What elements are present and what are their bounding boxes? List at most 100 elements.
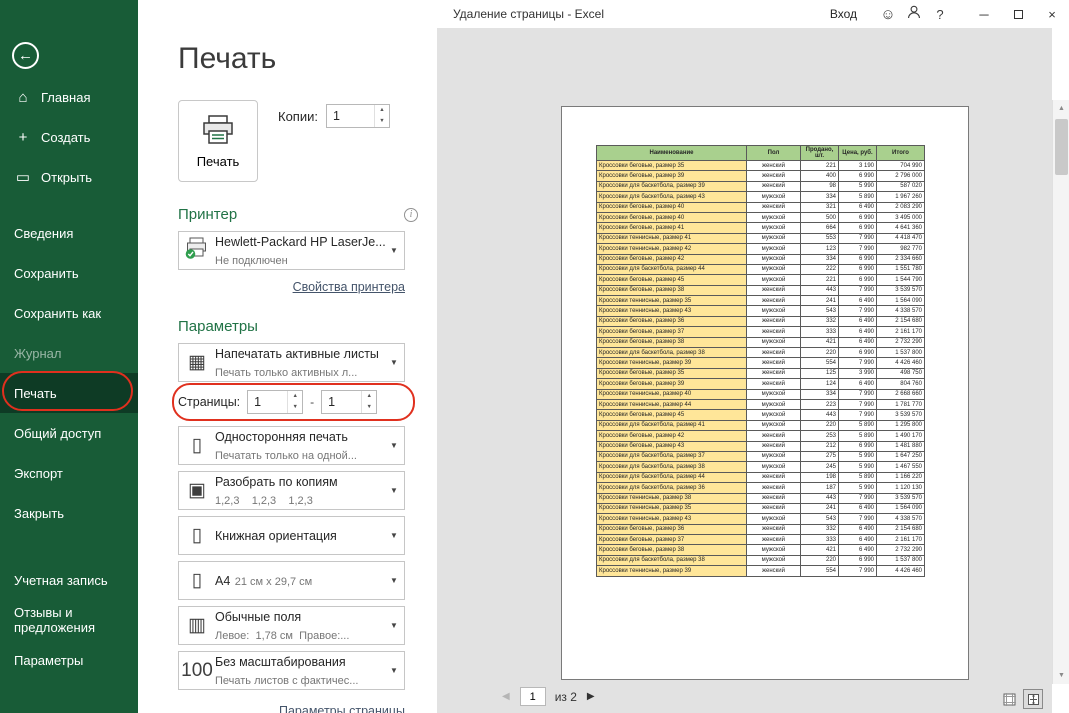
cell-total: 3 495 000 [877,212,925,222]
page-number-input[interactable] [520,687,546,706]
setting-dropdown[interactable]: ▥ Обычные поля Левое: 1,78 см Правое:...… [178,606,405,645]
show-margins-button[interactable] [999,689,1019,709]
printer-icon [199,114,237,149]
copies-stepper[interactable]: 1 ▲ ▼ [326,104,390,128]
cell-gender: мужской [747,337,801,347]
cell-total: 982 770 [877,244,925,254]
cell-price: 6 990 [839,223,877,233]
setting-dropdown[interactable]: ▣ Разобрать по копиям 1,2,3 1,2,3 1,2,3 … [178,471,405,510]
cell-name: Кроссовки для баскетбола, размер 37 [597,451,747,461]
page-from-stepper[interactable]: 1 ▲ ▼ [247,390,303,414]
cell-price: 6 990 [839,264,877,274]
cell-price: 6 990 [839,555,877,565]
setting-dropdown[interactable]: 100 Без масштабирования Печать листов с … [178,651,405,690]
cell-gender: мужской [747,514,801,524]
back-button[interactable]: ← [12,42,39,69]
next-page-icon[interactable]: ▶ [587,691,595,702]
cell-qty: 543 [801,306,839,316]
sidebar-item[interactable]: Экспорт [0,453,138,493]
page-setup-link[interactable]: Параметры страницы [178,704,405,713]
setting-dropdown[interactable]: ▯ Книжная ориентация ▼ [178,516,405,555]
printer-dropdown[interactable]: Hewlett-Packard HP LaserJe... Не подключ… [178,231,405,270]
zoom-to-page-button[interactable] [1023,689,1043,709]
scroll-up-icon[interactable]: ▲ [1053,100,1069,117]
cell-gender: мужской [747,192,801,202]
dropdown-caret-icon: ▼ [384,441,404,450]
print-button[interactable]: Печать [178,100,258,182]
previous-page-icon[interactable]: ◀ [502,691,510,702]
sidebar-item[interactable]: Отзывы и предложения [0,600,138,640]
preview-scrollbar[interactable]: ▲ ▼ [1052,100,1069,684]
table-row: Кроссовки беговые, размер 45 мужской 221… [597,275,925,285]
cell-qty: 98 [801,181,839,191]
info-icon[interactable]: i [404,208,418,222]
account-person-icon[interactable] [901,5,927,23]
setting-text: Напечатать активные листы Печать только … [215,345,384,381]
maximize-button[interactable] [1001,0,1035,28]
titlebar: Удаление страницы - Excel Вход ☺ ? ─ × [138,0,1069,28]
sidebar-item[interactable]: Сохранить как [0,293,138,333]
cell-name: Кроссовки беговые, размер 45 [597,275,747,285]
close-button[interactable]: × [1035,0,1069,28]
setting-dropdown[interactable]: ▦ Напечатать активные листы Печать тольк… [178,343,405,382]
table-row: Кроссовки беговые, размер 35 женский 221… [597,161,925,171]
sidebar-item[interactable]: ⌂ Главная [0,77,138,117]
cell-gender: мужской [747,451,801,461]
sidebar-item[interactable]: Учетная запись [0,560,138,600]
sidebar-item[interactable]: Печать [0,373,138,413]
sidebar-item[interactable]: Параметры [0,640,138,680]
cell-qty: 220 [801,555,839,565]
scroll-down-icon[interactable]: ▼ [1053,667,1069,684]
sidebar-item-label: Параметры [14,653,83,668]
dropdown-caret-icon: ▼ [384,246,404,255]
copies-value[interactable]: 1 [327,105,374,127]
dropdown-caret-icon: ▼ [384,621,404,630]
sidebar-item-label: Сохранить как [14,306,101,321]
printer-properties-link[interactable]: Свойства принтера [178,280,405,294]
dropdown-caret-icon: ▼ [384,486,404,495]
cell-price: 6 990 [839,254,877,264]
page-to-value[interactable]: 1 [322,391,361,413]
sidebar-item[interactable]: Общий доступ [0,413,138,453]
sidebar-middle-group: Сведения Сохранить Сохранить как Журнал … [0,213,138,533]
setting-title: Разобрать по копиям [215,475,338,489]
sidebar-item[interactable]: ▭ Открыть [0,157,138,197]
help-button[interactable]: ? [927,7,953,22]
cell-qty: 334 [801,389,839,399]
spin-down-icon[interactable]: ▼ [362,402,376,413]
sidebar-item[interactable]: Закрыть [0,493,138,533]
setting-dropdown[interactable]: ▯ Односторонняя печать Печатать только н… [178,426,405,465]
cell-gender: мужской [747,545,801,555]
minimize-button[interactable]: ─ [967,0,1001,28]
sidebar-item[interactable]: Сведения [0,213,138,253]
spin-up-icon[interactable]: ▲ [375,105,389,116]
sidebar-item[interactable]: Журнал [0,333,138,373]
printer-status: Не подключен [215,255,288,267]
spin-up-icon[interactable]: ▲ [288,391,302,402]
spin-down-icon[interactable]: ▼ [375,116,389,127]
sign-in-button[interactable]: Вход [830,7,857,21]
sidebar-item[interactable]: + Создать [0,117,138,157]
cell-qty: 333 [801,535,839,545]
cell-total: 4 641 360 [877,223,925,233]
setting-dropdown[interactable]: ▯ A4 21 см x 29,7 см ▼ [178,561,405,600]
cell-gender: женский [747,493,801,503]
cell-price: 7 990 [839,493,877,503]
spin-down-icon[interactable]: ▼ [288,402,302,413]
cell-gender: мужской [747,399,801,409]
cell-price: 6 990 [839,275,877,285]
cell-price: 6 990 [839,348,877,358]
page-from-value[interactable]: 1 [248,391,287,413]
sidebar-item-icon: ▭ [14,170,32,185]
sidebar-item[interactable]: Сохранить [0,253,138,293]
print-action-row: Печать Копии: 1 ▲ ▼ [178,100,418,182]
cell-gender: женский [747,535,801,545]
cell-price: 6 990 [839,441,877,451]
scrollbar-thumb[interactable] [1055,119,1068,175]
page-to-stepper[interactable]: 1 ▲ ▼ [321,390,377,414]
cell-total: 1 295 800 [877,420,925,430]
feedback-smiley-icon[interactable]: ☺ [875,6,901,23]
sidebar-top-group: ⌂ Главная + Создать ▭ Открыть [0,77,138,197]
spin-up-icon[interactable]: ▲ [362,391,376,402]
table-row: Кроссовки для баскетбола, размер 43 мужс… [597,192,925,202]
